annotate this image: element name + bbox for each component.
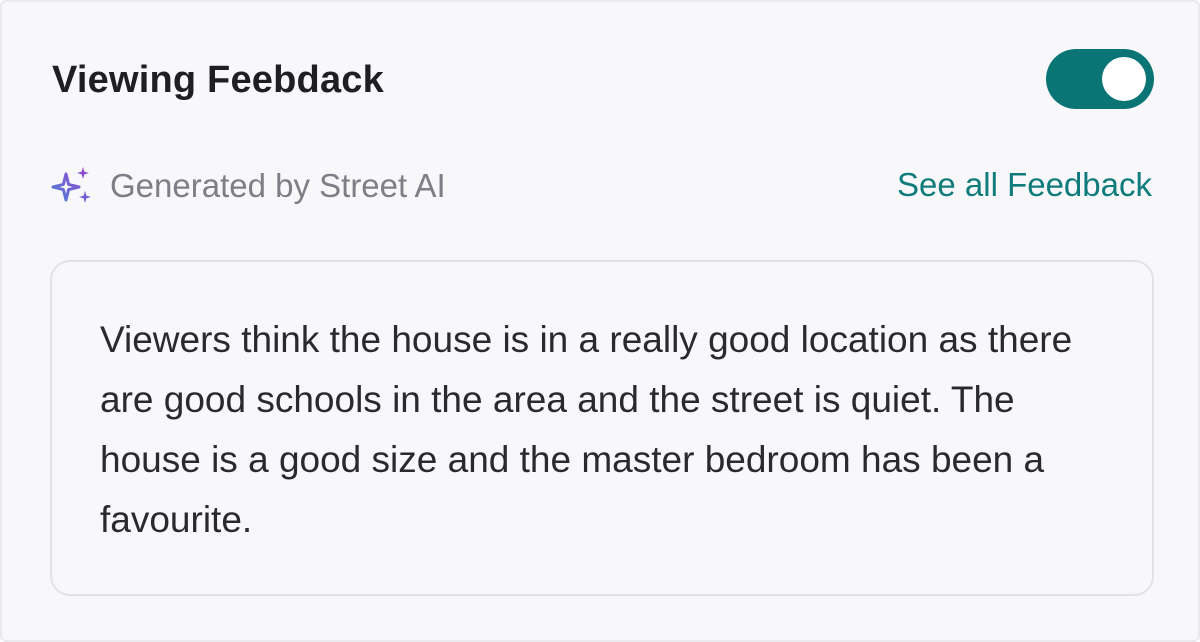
ai-subheader: Generated by Street AI See all Feedback <box>50 160 1154 212</box>
sparkle-icon <box>50 164 94 208</box>
feedback-summary-box: Viewers think the house is in a really g… <box>50 260 1154 596</box>
feedback-summary-text: Viewers think the house is in a really g… <box>100 319 1073 540</box>
toggle-knob <box>1102 57 1146 101</box>
card-header: Viewing Feebdack <box>50 42 1154 118</box>
card-title: Viewing Feebdack <box>52 59 384 101</box>
see-all-feedback-link[interactable]: See all Feedback <box>897 165 1152 205</box>
feedback-toggle[interactable] <box>1046 49 1154 109</box>
viewing-feedback-card: Viewing Feebdack Generated by Street AI … <box>0 0 1200 642</box>
generated-by-label: Generated by Street AI <box>110 167 446 204</box>
